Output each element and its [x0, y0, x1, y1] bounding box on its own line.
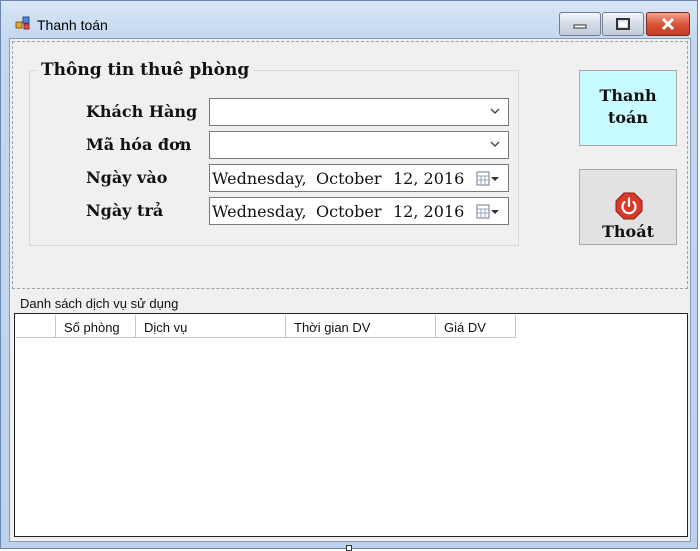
- service-list-caption: Danh sách dịch vụ sử dụng: [20, 296, 179, 311]
- service-data-grid[interactable]: Số phòng Dịch vụ Thời gian DV Giá DV: [14, 313, 688, 537]
- invoice-label: Mã hóa đơn: [86, 135, 192, 154]
- column-header-service[interactable]: Dịch vụ: [136, 315, 286, 338]
- calendar-icon[interactable]: [476, 204, 500, 220]
- column-header-room[interactable]: Số phòng: [56, 315, 136, 338]
- pay-button[interactable]: Thanh toán: [579, 70, 677, 146]
- checkin-month: October: [316, 169, 382, 188]
- form-client-area: Thông tin thuê phòng Khách Hàng Mã hóa đ…: [9, 38, 691, 542]
- maximize-icon: [616, 18, 630, 30]
- checkout-weekday: Wednesday,: [212, 202, 307, 221]
- calendar-icon[interactable]: [476, 171, 500, 187]
- customer-label: Khách Hàng: [86, 102, 198, 121]
- row-header-column[interactable]: [16, 315, 56, 338]
- group-title: Thông tin thuê phòng: [37, 60, 254, 80]
- close-icon: [661, 17, 675, 31]
- minimize-icon: [573, 24, 587, 29]
- chevron-down-icon: [490, 141, 500, 147]
- checkout-day-year: 12, 2016: [393, 202, 465, 221]
- maximize-button[interactable]: [602, 12, 644, 36]
- checkin-weekday: Wednesday,: [212, 169, 307, 188]
- exit-button[interactable]: Thoát: [579, 169, 677, 245]
- pay-button-line2: toán: [607, 108, 649, 127]
- checkin-date-picker[interactable]: Wednesday, October 12, 2016: [209, 164, 509, 192]
- close-button[interactable]: [646, 12, 690, 36]
- invoice-combobox[interactable]: [209, 131, 509, 159]
- checkout-month: October: [316, 202, 382, 221]
- checkout-date-picker[interactable]: Wednesday, October 12, 2016: [209, 197, 509, 225]
- chevron-down-icon: [490, 108, 500, 114]
- pay-button-line1: Thanh: [599, 86, 657, 105]
- title-bar[interactable]: Thanh toán: [1, 1, 699, 37]
- resize-handle[interactable]: [346, 545, 352, 551]
- grid-header: Số phòng Dịch vụ Thời gian DV Giá DV: [16, 315, 516, 338]
- exit-button-label: Thoát: [602, 222, 654, 241]
- checkin-date-label: Ngày vào: [86, 168, 168, 187]
- checkin-day-year: 12, 2016: [393, 169, 465, 188]
- power-icon: [615, 192, 643, 220]
- minimize-button[interactable]: [559, 12, 601, 36]
- window-title: Thanh toán: [37, 17, 108, 33]
- checkout-date-label: Ngày trả: [86, 201, 164, 220]
- top-panel: Thông tin thuê phòng Khách Hàng Mã hóa đ…: [12, 41, 688, 289]
- app-window: Thanh toán Thông tin thuê phòng Khách Hà…: [0, 0, 698, 549]
- column-header-service-time[interactable]: Thời gian DV: [286, 315, 436, 338]
- column-header-price[interactable]: Giá DV: [436, 315, 516, 338]
- app-icon: [15, 16, 30, 30]
- customer-combobox[interactable]: [209, 98, 509, 126]
